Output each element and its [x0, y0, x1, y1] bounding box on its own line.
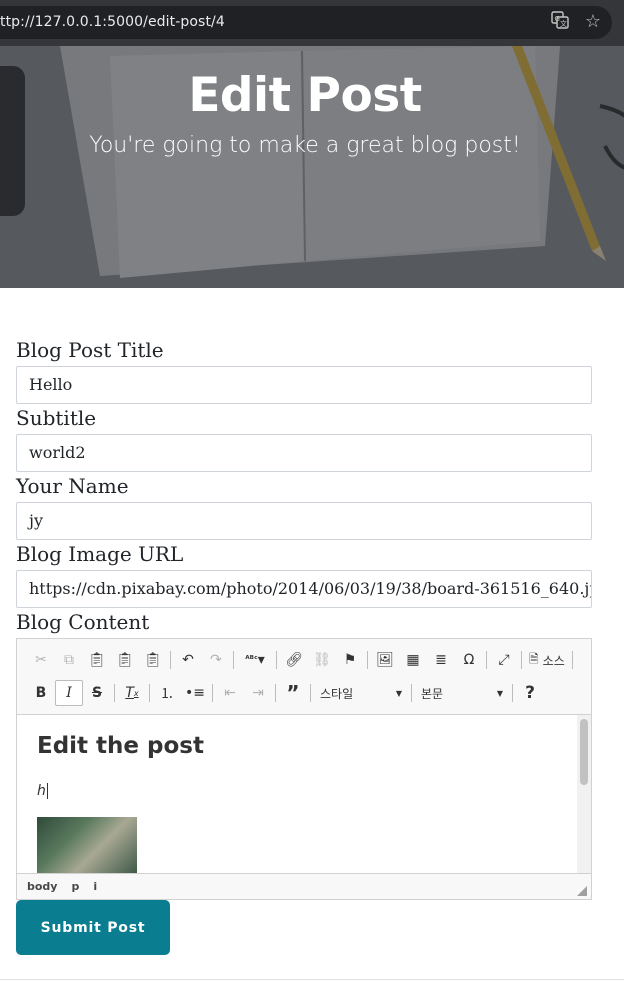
bulleted-list-icon[interactable]: •≡ — [181, 680, 209, 706]
content-paragraph: h — [37, 783, 48, 799]
author-name-input[interactable]: jy — [16, 502, 592, 540]
unlink-icon[interactable]: ⛓ — [308, 647, 336, 673]
spellcheck-icon[interactable]: ᴬᴮᶜ ▾ — [237, 647, 273, 673]
italic-icon[interactable]: I — [55, 680, 83, 706]
outdent-icon[interactable]: ⇤ — [216, 680, 244, 706]
chevron-down-icon: ▼ — [496, 688, 503, 698]
styles-dropdown-label: 스타일 — [320, 686, 354, 701]
editor-scrollbar[interactable] — [577, 715, 591, 873]
toolbar-separator — [233, 651, 234, 669]
copy-icon[interactable]: ⧉ — [55, 647, 83, 673]
bold-icon[interactable]: B — [27, 680, 55, 706]
element-path-bar: body p i — [17, 873, 591, 899]
toolbar-separator — [310, 684, 311, 702]
blog-content-label: Blog Content — [16, 610, 150, 634]
help-icon[interactable]: ? — [516, 680, 544, 706]
svg-text:文: 文 — [560, 19, 567, 28]
redo-icon[interactable]: ↷ — [202, 647, 230, 673]
editor-scroll-thumb[interactable] — [580, 719, 588, 785]
browser-toolbar: ttp://127.0.0.1:5000/edit-post/4 G文 ☆ — [0, 0, 624, 46]
cut-icon[interactable]: ✂ — [27, 647, 55, 673]
path-item-p[interactable]: p — [71, 880, 79, 893]
source-button-label: 소스 — [542, 653, 565, 668]
image-icon[interactable]: 🖼︎ — [371, 647, 399, 673]
toolbar-separator — [149, 684, 150, 702]
toolbar-separator — [212, 684, 213, 702]
toolbar-separator — [170, 651, 171, 669]
author-name-label: Your Name — [16, 474, 129, 498]
editor-toolbar: ✂ ⧉ 📋︎ 📋︎ 📋︎ ↶ ↷ ᴬᴮᶜ ▾ 🔗︎ ⛓ ⚑ 🖼︎ ▦ ≣ Ω ⤢ … — [17, 639, 591, 715]
toolbar-separator — [512, 684, 513, 702]
paste-word-icon[interactable]: 📋︎ — [139, 647, 167, 673]
numbered-list-icon[interactable]: ⒈ — [153, 680, 181, 706]
rich-text-editor: ✂ ⧉ 📋︎ 📋︎ 📋︎ ↶ ↷ ᴬᴮᶜ ▾ 🔗︎ ⛓ ⚑ 🖼︎ ▦ ≣ Ω ⤢ … — [16, 638, 592, 900]
path-item-i[interactable]: i — [93, 880, 97, 893]
paste-icon[interactable]: 📋︎ — [83, 647, 111, 673]
strikethrough-icon[interactable]: S — [83, 680, 111, 706]
format-dropdown-label: 본문 — [421, 686, 444, 701]
submit-post-button[interactable]: Submit Post — [16, 900, 170, 955]
special-char-omega-icon[interactable]: Ω — [455, 647, 483, 673]
content-heading: Edit the post — [37, 733, 204, 759]
image-url-input[interactable]: https://cdn.pixabay.com/photo/2014/06/03… — [16, 570, 592, 608]
undo-icon[interactable]: ↶ — [174, 647, 202, 673]
toolbar-separator — [411, 684, 412, 702]
blog-title-label: Blog Post Title — [16, 338, 164, 362]
masthead: Edit Post You're going to make a great b… — [0, 46, 624, 288]
content-italic-text: h — [37, 783, 46, 799]
source-button[interactable]: 🗎︎ 소스 — [525, 650, 569, 671]
toolbar-separator — [114, 684, 115, 702]
toolbar-separator — [276, 651, 277, 669]
resize-grip-icon[interactable] — [577, 886, 587, 896]
page-subtitle: You're going to make a great blog post! — [89, 133, 521, 158]
image-url-label: Blog Image URL — [16, 542, 184, 566]
toolbar-separator — [275, 684, 276, 702]
content-image[interactable] — [37, 817, 137, 873]
url-text[interactable]: ttp://127.0.0.1:5000/edit-post/4 — [0, 14, 225, 30]
table-icon[interactable]: ▦ — [399, 647, 427, 673]
path-item-body[interactable]: body — [27, 880, 57, 893]
toolbar-separator — [521, 651, 522, 669]
anchor-flag-icon[interactable]: ⚑ — [336, 647, 364, 673]
horizontal-rule-icon[interactable]: ≣ — [427, 647, 455, 673]
text-cursor — [46, 783, 48, 799]
styles-dropdown[interactable]: 스타일 ▼ — [314, 681, 408, 705]
bookmark-star-icon[interactable]: ☆ — [582, 11, 604, 33]
paste-text-icon[interactable]: 📋︎ — [111, 647, 139, 673]
page-title: Edit Post — [188, 68, 422, 123]
format-dropdown[interactable]: 본문 ▼ — [415, 681, 509, 705]
link-icon[interactable]: 🔗︎ — [280, 647, 308, 673]
indent-icon[interactable]: ⇥ — [244, 680, 272, 706]
blockquote-icon[interactable]: ” — [279, 680, 307, 706]
toolbar-separator — [367, 651, 368, 669]
maximize-icon[interactable]: ⤢ — [490, 647, 518, 673]
blog-title-input[interactable]: Hello — [16, 366, 592, 404]
toolbar-separator — [486, 651, 487, 669]
chevron-down-icon: ▼ — [395, 688, 402, 698]
subtitle-input[interactable]: world2 — [16, 434, 592, 472]
remove-format-icon[interactable]: Tx — [118, 680, 146, 706]
subtitle-label: Subtitle — [16, 406, 97, 430]
translate-icon[interactable]: G文 — [549, 11, 571, 33]
divider — [0, 979, 624, 980]
toolbar-separator — [571, 651, 573, 669]
source-icon: 🗎︎ — [529, 651, 539, 666]
editor-content-area[interactable]: Edit the post h — [17, 715, 591, 873]
